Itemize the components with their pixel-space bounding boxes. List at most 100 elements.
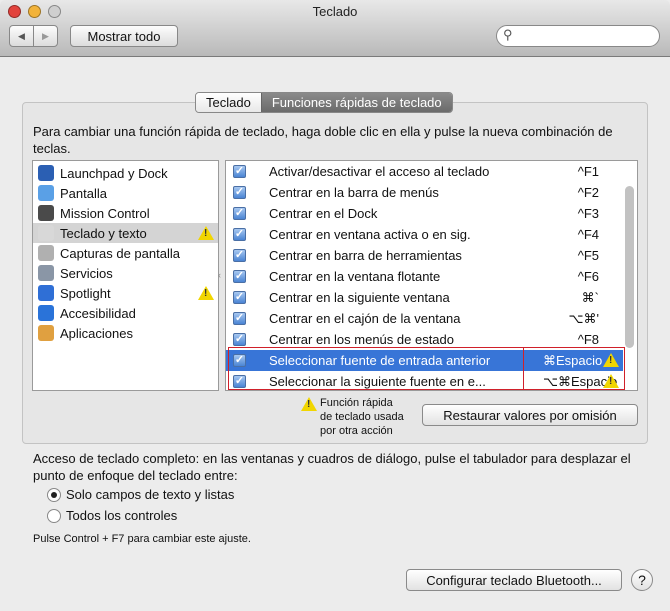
accessibility-icon: [38, 305, 54, 321]
display-icon: [38, 185, 54, 201]
gear-icon: [38, 265, 54, 281]
shortcut-name: Seleccionar la siguiente fuente en e...: [269, 374, 486, 389]
search-icon: ⚲: [503, 27, 513, 42]
warning-icon: [198, 286, 214, 300]
shortcut-row[interactable]: ✓ Centrar en el Dock ^F3: [226, 203, 623, 224]
category-item[interactable]: Aplicaciones: [33, 323, 218, 343]
category-label: Servicios: [60, 265, 113, 281]
shortcut-row[interactable]: ✓ Seleccionar fuente de entrada anterior ⌘…: [226, 350, 623, 371]
legend-line: de teclado usada: [320, 411, 404, 423]
screenshot-icon: [38, 245, 54, 261]
category-label: Pantalla: [60, 185, 107, 201]
scrollbar-thumb[interactable]: [625, 186, 634, 348]
bluetooth-keyboard-button[interactable]: Configurar teclado Bluetooth...: [406, 569, 622, 591]
radio-all-controls[interactable]: Todos los controles: [47, 508, 177, 523]
help-button[interactable]: ?: [631, 569, 653, 591]
category-item[interactable]: Teclado y texto: [33, 223, 218, 243]
category-label: Accesibilidad: [60, 305, 136, 321]
applications-icon: [38, 325, 54, 341]
keyboard-icon: [38, 225, 54, 241]
category-item[interactable]: Capturas de pantalla: [33, 243, 218, 263]
tab-bar: Teclado Funciones rápidas de teclado: [195, 92, 453, 113]
shortcut-key[interactable]: ^F1: [543, 164, 623, 179]
checkbox[interactable]: ✓: [233, 207, 246, 220]
restore-defaults-button[interactable]: Restaurar valores por omisión: [422, 404, 638, 426]
shortcut-key[interactable]: ^F3: [543, 206, 623, 221]
checkbox[interactable]: ✓: [233, 228, 246, 241]
shortcut-name: Centrar en la ventana flotante: [269, 269, 441, 284]
shortcut-name: Activar/desactivar el acceso al teclado: [269, 164, 490, 179]
shortcut-name: Centrar en barra de herramientas: [269, 248, 462, 263]
checkbox[interactable]: ✓: [233, 333, 246, 346]
category-label: Mission Control: [60, 205, 150, 221]
launchpad-icon: [38, 165, 54, 181]
shortcut-row[interactable]: ✓ Centrar en la ventana flotante ^F6: [226, 266, 623, 287]
category-label: Launchpad y Dock: [60, 165, 168, 181]
shortcut-name: Centrar en el Dock: [269, 206, 378, 221]
splitter-handle[interactable]: ‹: [218, 270, 221, 280]
full-access-text: Acceso de teclado completo: en las venta…: [33, 451, 631, 483]
show-all-button[interactable]: Mostrar todo: [70, 25, 178, 47]
category-list[interactable]: Launchpad y Dock Pantalla Mission Control T…: [32, 160, 219, 391]
warning-icon: [301, 397, 317, 411]
checkbox[interactable]: ✓: [233, 270, 246, 283]
checkbox[interactable]: ✓: [233, 291, 246, 304]
hint-text: Pulse Control + F7 para cambiar este aju…: [33, 533, 251, 545]
radio-button[interactable]: [47, 487, 61, 502]
warning-legend: Función rápida de teclado usada por otra…: [320, 396, 404, 438]
window-title: Teclado: [312, 4, 358, 19]
checkbox[interactable]: ✓: [233, 375, 246, 388]
mission-control-icon: [38, 205, 54, 221]
warning-icon: [603, 374, 619, 388]
shortcut-name: Centrar en la barra de menús: [269, 185, 439, 200]
shortcut-row[interactable]: ✓ Centrar en la barra de menús ^F2: [226, 182, 623, 203]
tab-teclado[interactable]: Teclado: [196, 93, 261, 112]
tab-funciones-rapidas[interactable]: Funciones rápidas de teclado: [260, 93, 452, 112]
category-item[interactable]: Accesibilidad: [33, 303, 218, 323]
shortcut-name: Centrar en la siguiente ventana: [269, 290, 450, 305]
shortcut-key[interactable]: ^F2: [543, 185, 623, 200]
legend-line: Función rápida: [320, 397, 393, 409]
forward-button[interactable]: ▶: [33, 25, 58, 47]
shortcut-row[interactable]: ✓ Activar/desactivar el acceso al teclado…: [226, 161, 623, 182]
shortcut-row[interactable]: ✓ Centrar en ventana activa o en sig. ^F4: [226, 224, 623, 245]
shortcut-row[interactable]: ✓ Centrar en barra de herramientas ^F5: [226, 245, 623, 266]
category-item[interactable]: Servicios: [33, 263, 218, 283]
checkbox[interactable]: ✓: [233, 354, 246, 367]
search-input[interactable]: ⚲: [496, 25, 660, 47]
category-item[interactable]: Spotlight: [33, 283, 218, 303]
shortcut-row[interactable]: ✓ Centrar en la siguiente ventana ⌘`: [226, 287, 623, 308]
warning-icon: [603, 353, 619, 367]
shortcut-key[interactable]: ⌘`: [543, 290, 623, 306]
warning-icon: [198, 226, 214, 240]
checkbox[interactable]: ✓: [233, 312, 246, 325]
radio-label: Todos los controles: [66, 508, 178, 523]
category-item[interactable]: Mission Control: [33, 203, 218, 223]
radio-text-fields[interactable]: Solo campos de texto y listas: [47, 487, 234, 502]
shortcut-name: Seleccionar fuente de entrada anterior: [269, 353, 491, 368]
category-item[interactable]: Pantalla: [33, 183, 218, 203]
category-label: Aplicaciones: [60, 325, 133, 341]
category-label: Teclado y texto: [60, 225, 147, 241]
shortcut-key[interactable]: ^F5: [543, 248, 623, 263]
shortcut-row[interactable]: ✓ Centrar en los menús de estado ^F8: [226, 329, 623, 350]
radio-button[interactable]: [47, 508, 61, 523]
back-button[interactable]: ◀: [9, 25, 34, 47]
shortcut-row[interactable]: ✓ Seleccionar la siguiente fuente en e...…: [226, 371, 623, 390]
category-item[interactable]: Launchpad y Dock: [33, 163, 218, 183]
shortcut-key[interactable]: ^F6: [543, 269, 623, 284]
shortcut-name: Centrar en los menús de estado: [269, 332, 454, 347]
shortcut-key[interactable]: ⌥⌘': [543, 311, 623, 327]
category-label: Capturas de pantalla: [60, 245, 180, 261]
spotlight-icon: [38, 285, 54, 301]
instructions-text: Para cambiar una función rápida de tecla…: [33, 124, 613, 156]
checkbox[interactable]: ✓: [233, 249, 246, 262]
shortcut-row[interactable]: ✓ Centrar en el cajón de la ventana ⌥⌘': [226, 308, 623, 329]
radio-label: Solo campos de texto y listas: [66, 487, 235, 502]
shortcut-key[interactable]: ^F8: [543, 332, 623, 347]
shortcut-list[interactable]: ✓ Activar/desactivar el acceso al teclado…: [225, 160, 638, 391]
checkbox[interactable]: ✓: [233, 165, 246, 178]
shortcut-name: Centrar en el cajón de la ventana: [269, 311, 461, 326]
checkbox[interactable]: ✓: [233, 186, 246, 199]
shortcut-key[interactable]: ^F4: [543, 227, 623, 242]
